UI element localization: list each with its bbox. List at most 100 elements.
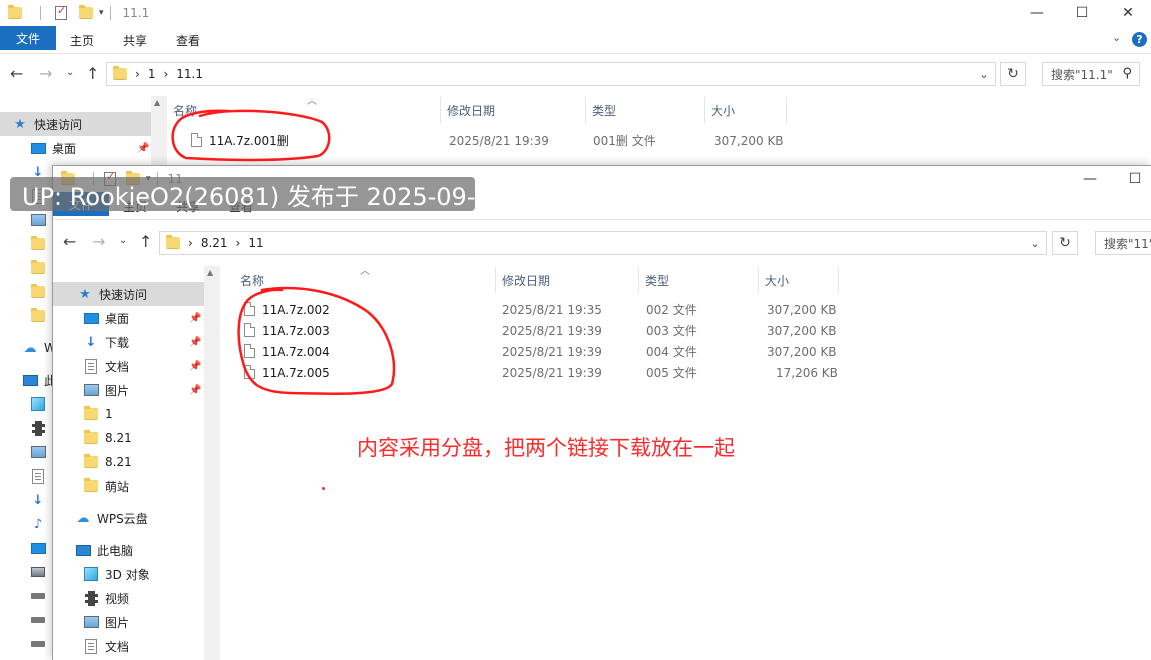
close-button[interactable]: ✕: [1105, 0, 1151, 26]
nav-drive[interactable]: [30, 608, 52, 632]
up-arrow-icon[interactable]: ↑: [86, 64, 99, 83]
expand-ribbon-icon[interactable]: ⌄: [1112, 31, 1121, 44]
column-header-name[interactable]: 名称: [167, 97, 441, 123]
maximize-button[interactable]: ☐: [1059, 0, 1105, 26]
address-bar[interactable]: › 1 › 11.1 ⌄: [106, 62, 996, 86]
nav-3d-objects[interactable]: [30, 392, 52, 416]
properties-icon[interactable]: [55, 4, 67, 20]
nav-folder[interactable]: 萌站: [83, 474, 129, 498]
nav-music[interactable]: ♪: [30, 512, 52, 536]
pin-icon[interactable]: 📌: [189, 385, 201, 396]
nav-folder[interactable]: 8.21: [83, 450, 132, 474]
nav-folder[interactable]: 8.21: [83, 426, 132, 450]
table-row[interactable]: 11A.7z.005 2025/8/21 19:39 005 文件 17,206…: [220, 362, 920, 383]
forward-arrow-icon[interactable]: →: [92, 232, 105, 251]
nav-documents[interactable]: 文档: [83, 634, 129, 658]
nav-pictures[interactable]: 图片: [83, 610, 129, 634]
breadcrumb-item[interactable]: 11: [248, 236, 263, 250]
nav-pictures[interactable]: [30, 208, 52, 232]
nav-this-pc[interactable]: 此: [22, 368, 56, 392]
customize-toolbar-icon[interactable]: ▾: [99, 8, 104, 18]
back-arrow-icon[interactable]: ←: [10, 64, 23, 83]
nav-drive[interactable]: [30, 632, 52, 656]
folder-icon: [31, 260, 45, 274]
nav-folder[interactable]: [30, 232, 52, 256]
nav-folder[interactable]: [30, 304, 52, 328]
tab-share[interactable]: 共享: [117, 28, 153, 52]
column-header-date[interactable]: 修改日期: [496, 267, 639, 293]
nav-downloads[interactable]: ↓ 下载: [83, 330, 129, 354]
table-row[interactable]: 11A.7z.002 2025/8/21 19:35 002 文件 307,20…: [220, 299, 920, 320]
pin-icon[interactable]: 📌: [189, 313, 201, 324]
address-bar[interactable]: › 8.21 › 11 ⌄: [159, 231, 1047, 255]
nav-this-pc[interactable]: 此电脑: [75, 538, 133, 562]
column-header-size[interactable]: 大小: [705, 97, 787, 123]
file-size: 307,200 KB: [767, 302, 837, 317]
nav-desktop[interactable]: 桌面: [30, 136, 150, 160]
nav-3d-objects[interactable]: 3D 对象: [83, 562, 150, 586]
nav-scrollbar[interactable]: ▲: [204, 266, 220, 660]
search-input[interactable]: 搜索"11": [1095, 231, 1151, 255]
file-type: 004 文件: [646, 345, 697, 359]
column-header-date[interactable]: 修改日期: [441, 97, 586, 123]
new-folder-icon[interactable]: [79, 5, 93, 19]
nav-folder[interactable]: 1: [83, 402, 113, 426]
tab-home[interactable]: 主页: [64, 28, 100, 52]
nav-label: 此电脑: [97, 543, 134, 558]
nav-wps-cloud[interactable]: ☁ WPS云盘: [75, 506, 148, 530]
forward-arrow-icon[interactable]: →: [39, 64, 52, 83]
recent-locations-icon[interactable]: ⌄: [119, 235, 127, 246]
nav-drive[interactable]: [30, 560, 52, 584]
minimize-button[interactable]: —: [1014, 0, 1060, 26]
breadcrumb-item[interactable]: 8.21: [201, 236, 228, 250]
back-arrow-icon[interactable]: ←: [63, 232, 76, 251]
folder-icon: [31, 284, 45, 298]
nav-desktop[interactable]: [30, 536, 52, 560]
nav-folder[interactable]: [30, 256, 52, 280]
refresh-button[interactable]: ↻: [1000, 62, 1026, 86]
up-arrow-icon[interactable]: ↑: [139, 232, 152, 251]
column-header-type[interactable]: 类型: [639, 267, 759, 293]
tab-view[interactable]: 查看: [170, 28, 206, 52]
maximize-button[interactable]: ☐: [1112, 166, 1151, 192]
drive-icon: [31, 641, 45, 647]
table-row[interactable]: 11A.7z.003 2025/8/21 19:39 003 文件 307,20…: [220, 320, 920, 341]
pin-icon[interactable]: 📌: [189, 361, 201, 372]
column-header-type[interactable]: 类型: [586, 97, 705, 123]
pin-icon[interactable]: 📌: [137, 143, 149, 154]
table-row[interactable]: 11A.7z.004 2025/8/21 19:39 004 文件 307,20…: [220, 341, 920, 362]
nav-documents[interactable]: [30, 464, 52, 488]
annotation-text: 内容采用分盘，把两个链接下载放在一起: [357, 436, 735, 460]
nav-downloads[interactable]: ↓: [30, 488, 52, 512]
pin-icon[interactable]: 📌: [189, 337, 201, 348]
column-header-size[interactable]: 大小: [759, 267, 839, 293]
file-list: ︿ 名称 修改日期 类型 大小 11A.7z.002 2025/8/21 19:…: [220, 266, 1151, 660]
nav-quick-access[interactable]: ★ 快速访问: [0, 112, 151, 136]
recent-locations-icon[interactable]: ⌄: [66, 67, 74, 78]
nav-quick-access[interactable]: ★ 快速访问: [53, 282, 204, 306]
pictures-icon: [30, 214, 46, 226]
breadcrumb-item[interactable]: 1: [148, 67, 156, 81]
column-header-name[interactable]: 名称: [220, 267, 496, 293]
tab-file[interactable]: 文件: [0, 26, 56, 50]
help-icon[interactable]: ?: [1132, 32, 1147, 47]
refresh-button[interactable]: ↻: [1052, 231, 1078, 255]
nav-desktop[interactable]: 桌面: [83, 306, 129, 330]
nav-folder[interactable]: [30, 280, 52, 304]
breadcrumb-item[interactable]: 11.1: [176, 67, 203, 81]
nav-videos[interactable]: 视频: [83, 586, 129, 610]
file-icon: [244, 365, 255, 379]
nav-wps-cloud[interactable]: ☁ W: [22, 336, 56, 360]
chevron-down-icon[interactable]: ⌄: [1024, 232, 1046, 254]
nav-videos[interactable]: [30, 416, 52, 440]
cloud-icon: ☁: [23, 340, 37, 356]
search-input[interactable]: 搜索"11.1" ⚲: [1042, 62, 1140, 86]
chevron-down-icon[interactable]: ⌄: [973, 63, 995, 85]
nav-pictures[interactable]: [30, 440, 52, 464]
file-type: 005 文件: [646, 366, 697, 380]
nav-documents[interactable]: 文档: [83, 354, 129, 378]
nav-drive[interactable]: [30, 584, 52, 608]
minimize-button[interactable]: —: [1067, 166, 1113, 192]
nav-pictures[interactable]: 图片: [83, 378, 129, 402]
table-row[interactable]: 11A.7z.001删 2025/8/21 19:39 001删 文件 307,…: [167, 130, 867, 151]
